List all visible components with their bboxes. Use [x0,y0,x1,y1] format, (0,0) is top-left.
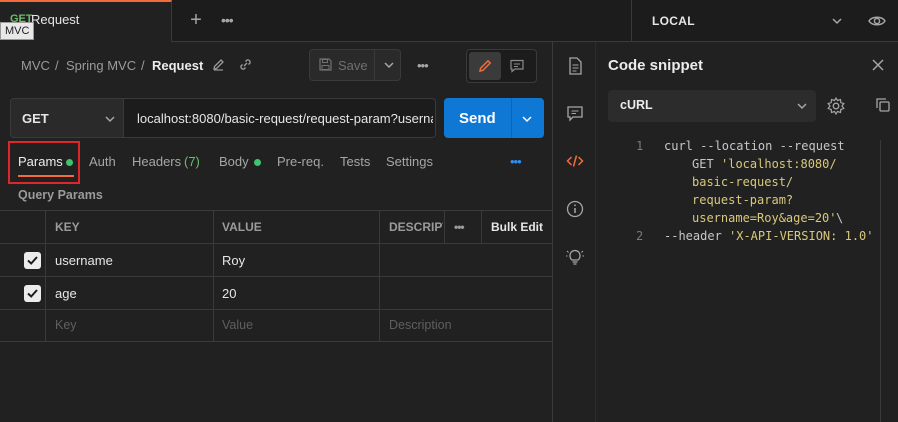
document-icon[interactable] [564,55,586,77]
params-highlight-box [8,141,80,184]
send-button-label: Send [459,110,496,127]
column-divider [379,210,380,341]
table-divider [0,243,552,244]
column-header-description: DESCRIPT [389,220,443,234]
table-divider [0,210,552,211]
checkmark-icon [27,256,38,265]
code-token: GET [692,157,714,171]
table-divider [0,341,552,342]
chevron-down-icon[interactable] [830,14,844,28]
link-icon[interactable] [238,57,253,72]
comment-icon[interactable] [509,58,525,74]
rail-divider [595,42,596,422]
column-divider [213,210,214,341]
panel-divider [552,42,553,422]
chevron-down-icon [105,116,115,123]
code-string: 'localhost:8080/ [721,157,837,171]
pencil-icon[interactable] [211,57,226,72]
code-scrollbar[interactable] [880,140,881,422]
body-indicator-dot [254,159,261,166]
code-string: request-param? [692,193,794,207]
line-number: 2 [636,229,644,243]
column-divider [45,210,46,341]
row-checkbox[interactable] [24,252,41,269]
tab-pre-request[interactable]: Pre-req. [277,154,324,169]
copy-icon[interactable] [874,96,892,114]
save-button-label: Save [338,58,368,73]
breadcrumb-collection[interactable]: MVC [21,58,50,73]
param-key[interactable]: username [55,253,113,268]
new-param-description-input[interactable]: Description [389,318,452,332]
send-divider [511,98,512,138]
info-icon[interactable] [564,198,586,220]
code-string: username=Roy&age=20' [692,211,837,225]
param-value[interactable]: Roy [222,253,245,268]
gear-icon[interactable] [826,96,846,116]
column-header-value: VALUE [222,220,262,234]
floppy-disk-icon [319,58,332,71]
param-key[interactable]: age [55,286,77,301]
tab-headers[interactable]: Headers [132,154,181,169]
param-value[interactable]: 20 [222,286,236,301]
pencil-icon [479,59,492,72]
code-token: \ [836,211,844,225]
new-param-value-input[interactable]: Value [222,318,253,332]
code-string: 'X-API-VERSION: 1.0' [729,229,874,243]
environment-selector[interactable]: LOCAL [652,14,695,28]
environment-divider [631,0,632,42]
checkmark-icon [27,289,38,298]
breadcrumb-separator: / [55,58,59,73]
column-options-button[interactable]: ••• [454,220,465,234]
query-params-title: Query Params [18,188,103,202]
close-icon[interactable] [870,57,886,73]
table-divider [0,276,552,277]
tab-title: Request [31,12,80,27]
code-snippet-title: Code snippet [608,57,704,74]
bulk-edit-button[interactable]: Bulk Edit [491,220,543,234]
chevron-down-icon[interactable] [382,58,396,72]
lightbulb-icon[interactable] [564,246,586,268]
line-number: 1 [636,139,644,153]
chevron-down-icon[interactable] [520,112,534,126]
eye-icon[interactable] [868,12,886,30]
breadcrumb-separator: / [141,58,145,73]
language-select-value: cURL [620,98,653,112]
new-tab-button[interactable]: + [186,9,206,31]
tab-body[interactable]: Body [219,154,249,169]
column-divider [481,210,482,243]
tabs-more-button[interactable]: ••• [510,154,522,169]
code-token: curl --location --request [664,139,845,153]
comments-icon[interactable] [564,102,586,124]
row-checkbox[interactable] [24,285,41,302]
tab-auth[interactable]: Auth [89,154,116,169]
page-title: Request [152,58,204,73]
code-icon[interactable] [564,150,586,172]
tooltip: MVC [0,22,35,40]
chevron-down-icon [797,103,807,110]
save-divider [374,49,375,81]
params-table [0,210,552,342]
code-token: --header [664,229,722,243]
column-header-key: KEY [55,220,80,234]
breadcrumb-folder[interactable]: Spring MVC [66,58,136,73]
url-input-value[interactable]: localhost:8080/basic-request/request-par… [137,111,433,126]
new-param-key-input[interactable]: Key [55,318,77,332]
code-string: basic-request/ [692,175,794,189]
tab-options-button[interactable]: ••• [221,12,234,28]
column-divider [444,210,445,243]
table-divider [0,309,552,310]
method-select-value: GET [22,111,49,126]
headers-count: (7) [184,154,200,169]
tab-tests[interactable]: Tests [340,154,370,169]
tab-settings[interactable]: Settings [386,154,433,169]
request-options-button[interactable]: ••• [417,58,429,73]
